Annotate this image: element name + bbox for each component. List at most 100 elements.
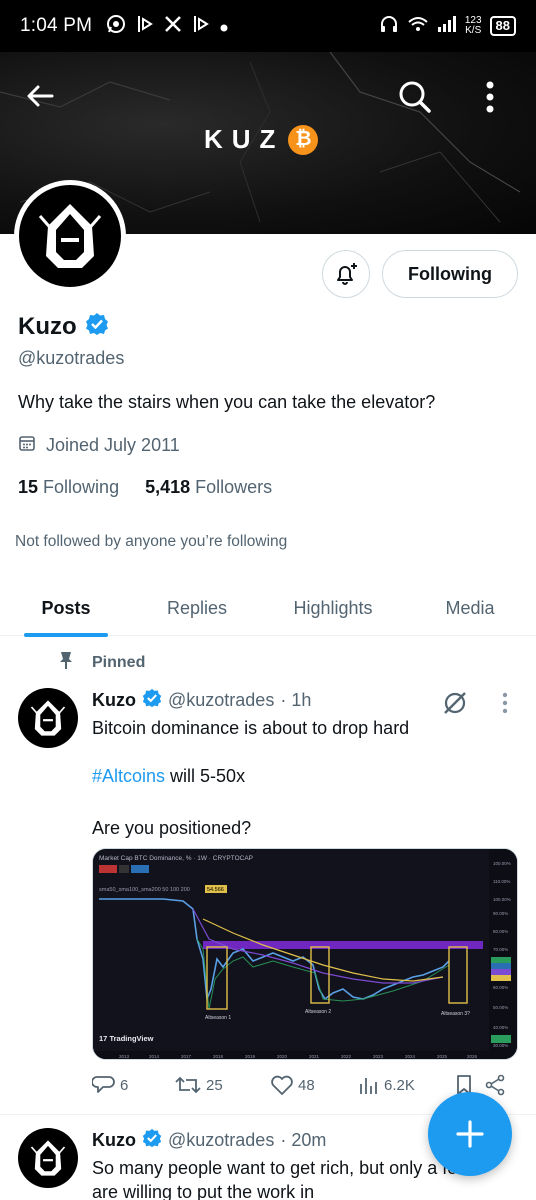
- following-button[interactable]: Following: [382, 250, 518, 298]
- indicator-value: 54.566: [207, 887, 224, 893]
- calendar-icon: [18, 434, 36, 457]
- tab-media[interactable]: Media: [404, 580, 536, 636]
- tweet-author-name[interactable]: Kuzo: [92, 690, 136, 711]
- network-speed: 123 K/S: [465, 16, 482, 36]
- btc-dominance-chart-image: Market Cap BTC Dominance, % · 1W · CRYPT…: [93, 849, 517, 1059]
- not-followed-notice: Not followed by anyone you’re following: [15, 533, 288, 550]
- y-tick: 50.00%: [493, 1005, 508, 1010]
- x-tick: 2017: [181, 1054, 192, 1059]
- status-time: 1:04 PM: [20, 15, 93, 36]
- tweet-media-chart[interactable]: Market Cap BTC Dominance, % · 1W · CRYPT…: [92, 848, 518, 1060]
- heart-icon: [271, 1075, 293, 1095]
- search-icon[interactable]: [396, 78, 434, 121]
- profile-bio: Why take the stairs when you can take th…: [18, 392, 436, 412]
- tradingview-watermark: 17 TradingView: [99, 1034, 154, 1043]
- tweet-header: Kuzo @kuzotrades · 1h: [92, 688, 311, 713]
- y-tick: 70.00%: [493, 947, 508, 952]
- bitcoin-logo-icon: ₿: [288, 124, 319, 155]
- tweet-actions: 6 25 48 6.2K: [92, 1074, 512, 1096]
- headset-icon: [379, 15, 399, 37]
- tweet-time: · 1h: [280, 690, 312, 710]
- x-tick: 2026: [467, 1054, 478, 1059]
- reply-icon: [92, 1076, 115, 1093]
- like-count: 48: [298, 1076, 315, 1094]
- tweet-avatar[interactable]: [18, 688, 78, 748]
- tweet-more-icon[interactable]: [498, 690, 512, 721]
- play-app-icon-2: [192, 14, 210, 39]
- status-right: 123 K/S 88: [379, 15, 516, 37]
- x-tick: 2022: [341, 1054, 352, 1059]
- tab-highlights[interactable]: Highlights: [262, 580, 404, 636]
- altseason-label: Altseason 2: [305, 1009, 331, 1015]
- y-tick: 40.00%: [493, 1025, 508, 1030]
- share-button[interactable]: [484, 1074, 512, 1096]
- x-tick: 2020: [277, 1054, 288, 1059]
- like-button[interactable]: 48: [270, 1074, 358, 1096]
- notification-icons: [106, 14, 228, 39]
- tweet-text-line-3: Are you positioned?: [92, 818, 252, 838]
- profile-tabs: Posts Replies Highlights Media: [0, 580, 536, 637]
- pin-icon: [58, 650, 74, 675]
- x-tick: 2019: [245, 1054, 256, 1059]
- brand-wordmark: KUZ: [204, 124, 285, 154]
- signal-icon: [437, 16, 457, 36]
- verified-badge-icon: [85, 312, 109, 341]
- y-tick: 100.00%: [493, 897, 511, 902]
- profile-handle: @kuzotrades: [18, 348, 125, 368]
- status-bar: 1:04 PM 123 K/S 88: [0, 0, 536, 52]
- tweet-author-handle[interactable]: @kuzotrades: [168, 1130, 274, 1151]
- profile-name-row: Kuzo: [18, 312, 109, 341]
- tweet-text-line-1: So many people want to get rich, but onl…: [92, 1158, 471, 1178]
- y-tick: 30.00%: [493, 1043, 508, 1048]
- hashtag-link[interactable]: #Altcoins: [92, 766, 165, 786]
- tab-replies[interactable]: Replies: [132, 580, 262, 636]
- back-arrow-icon[interactable]: [24, 80, 56, 117]
- chart-header: Market Cap BTC Dominance, % · 1W · CRYPT…: [99, 855, 253, 862]
- x-tick: 2013: [119, 1054, 130, 1059]
- hooded-figure-icon: [38, 204, 102, 268]
- share-icon: [485, 1074, 505, 1096]
- tab-highlights-label: Highlights: [293, 597, 373, 618]
- views-chart-icon: [360, 1078, 377, 1094]
- reply-button[interactable]: 6: [92, 1074, 174, 1096]
- joined-text: Joined July 2011: [46, 435, 180, 455]
- x-tick: 2023: [373, 1054, 384, 1059]
- profile-avatar[interactable]: [14, 180, 126, 292]
- battery-indicator: 88: [489, 16, 516, 36]
- verified-badge-icon: [142, 688, 162, 713]
- tweet-author-handle[interactable]: @kuzotrades: [168, 690, 274, 711]
- pinned-label: Pinned: [92, 653, 146, 671]
- repost-button[interactable]: 25: [174, 1074, 270, 1096]
- banner-brand-logo: KUZ ₿: [204, 124, 319, 155]
- joined-date: Joined July 2011: [18, 434, 180, 457]
- tweet-text-line-1: Bitcoin dominance is about to drop hard: [92, 718, 410, 738]
- more-notifications-dot: [220, 16, 228, 37]
- tab-media-label: Media: [445, 597, 495, 618]
- views-button[interactable]: 6.2K: [358, 1074, 454, 1096]
- whatsapp-icon: [106, 14, 126, 39]
- x-tick: 2024: [405, 1054, 416, 1059]
- notifications-bell-button[interactable]: [322, 250, 370, 298]
- tab-replies-label: Replies: [166, 597, 228, 618]
- tweet-time: · 20m: [280, 1130, 327, 1150]
- y-tick: 80.00%: [493, 929, 508, 934]
- tab-posts[interactable]: Posts: [0, 580, 132, 637]
- followers-count-link[interactable]: 5,418 Followers: [145, 477, 272, 498]
- y-tick: 60.00%: [493, 985, 508, 990]
- compose-post-button[interactable]: [428, 1092, 512, 1176]
- tweet-avatar[interactable]: [18, 1128, 78, 1188]
- net-speed-unit: K/S: [465, 25, 482, 36]
- altseason-label: Altseason 1: [205, 1015, 231, 1021]
- following-count: 15: [18, 477, 39, 497]
- x-tick: 2025: [437, 1054, 448, 1059]
- x-app-icon: [164, 15, 182, 38]
- following-label: Following: [43, 477, 120, 497]
- grok-icon[interactable]: [440, 688, 470, 723]
- more-options-icon[interactable]: [478, 78, 502, 121]
- x-tick: 2021: [309, 1054, 320, 1059]
- pinned-indicator: Pinned: [58, 650, 145, 675]
- hooded-figure-icon: [30, 700, 66, 736]
- tweet-author-name[interactable]: Kuzo: [92, 1130, 136, 1151]
- x-tick: 2014: [149, 1054, 160, 1059]
- following-count-link[interactable]: 15 Following: [18, 477, 119, 498]
